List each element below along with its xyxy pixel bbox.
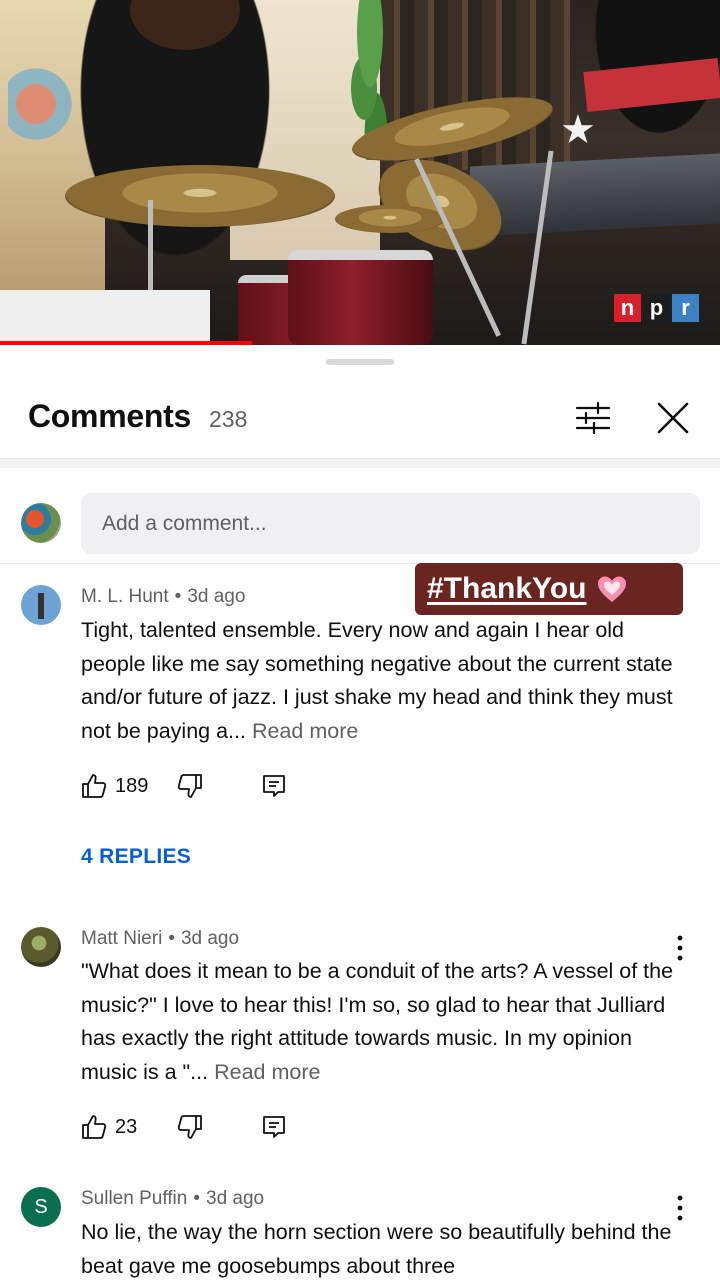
comment-body: "What does it mean to be a conduit of th…	[81, 959, 674, 1084]
my-avatar	[21, 503, 61, 543]
star-decoration: ★	[560, 108, 596, 152]
avatar[interactable]	[21, 585, 61, 625]
add-comment-input[interactable]: Add a comment...	[81, 493, 700, 554]
comment-age: 3d ago	[206, 1188, 265, 1209]
avatar[interactable]: S	[21, 1187, 61, 1227]
comment-body: No lie, the way the horn section were so…	[81, 1220, 672, 1278]
comment-meta: M. L. Hunt • 3d ago	[81, 586, 245, 608]
comment-meta: Matt Nieri • 3d ago	[81, 928, 239, 950]
comment-age: 3d ago	[180, 928, 240, 949]
thumbs-up-icon[interactable]	[81, 1114, 107, 1140]
like-count: 189	[115, 774, 149, 797]
comment-meta: Sullen Puffin • 3d ago	[81, 1188, 264, 1210]
thumbs-down-icon[interactable]	[177, 773, 203, 799]
comment-text[interactable]: "What does it mean to be a conduit of th…	[81, 955, 681, 1089]
snare-drum	[288, 250, 433, 345]
comment-text[interactable]: Tight, talented ensemble. Every now and …	[81, 614, 681, 748]
thumbs-down-icon[interactable]	[177, 1114, 203, 1140]
comment-actions: 23	[81, 1112, 287, 1142]
comments-count: 238	[209, 406, 248, 432]
sticker-text: #ThankYou	[427, 572, 587, 605]
reply-icon[interactable]	[261, 773, 287, 799]
heart-icon	[598, 576, 627, 602]
comment-author[interactable]: M. L. Hunt	[81, 586, 169, 607]
read-more-link[interactable]: Read more	[214, 1060, 320, 1084]
cymbal	[65, 165, 335, 227]
thankyou-sticker: #ThankYou	[415, 563, 683, 615]
drag-handle[interactable]	[326, 359, 394, 365]
npr-logo-letter: p	[643, 294, 670, 322]
cymbal	[335, 205, 445, 233]
npr-logo-letter: r	[672, 294, 699, 322]
like-count: 23	[115, 1115, 138, 1138]
video-player[interactable]: ★ n p r	[0, 0, 720, 345]
comment-author[interactable]: Matt Nieri	[81, 928, 162, 949]
npr-logo: n p r	[614, 294, 701, 322]
avatar[interactable]	[21, 927, 61, 967]
npr-logo-letter: n	[614, 294, 641, 322]
view-replies-button[interactable]: 4 REPLIES	[81, 845, 191, 869]
close-icon[interactable]	[655, 400, 691, 436]
comment-author[interactable]: Sullen Puffin	[81, 1188, 187, 1209]
read-more-link[interactable]: Read more	[252, 719, 358, 743]
drum-cloth	[0, 290, 210, 345]
comment-body: Tight, talented ensemble. Every now and …	[81, 618, 673, 743]
comment-actions: 189	[81, 771, 287, 801]
comment-age: 3d ago	[187, 586, 246, 607]
meta-separator: •	[168, 928, 175, 949]
keyboard-instrument	[470, 153, 720, 237]
reply-icon[interactable]	[261, 1114, 287, 1140]
filter-icon[interactable]	[574, 400, 612, 436]
meta-separator: •	[174, 586, 182, 607]
thumbs-up-icon[interactable]	[81, 773, 107, 799]
comment-text[interactable]: No lie, the way the horn section were so…	[81, 1216, 681, 1280]
header-divider	[0, 458, 720, 468]
meta-separator: •	[193, 1188, 200, 1209]
comments-title: Comments	[28, 398, 191, 434]
video-progress-bar[interactable]	[0, 341, 252, 345]
